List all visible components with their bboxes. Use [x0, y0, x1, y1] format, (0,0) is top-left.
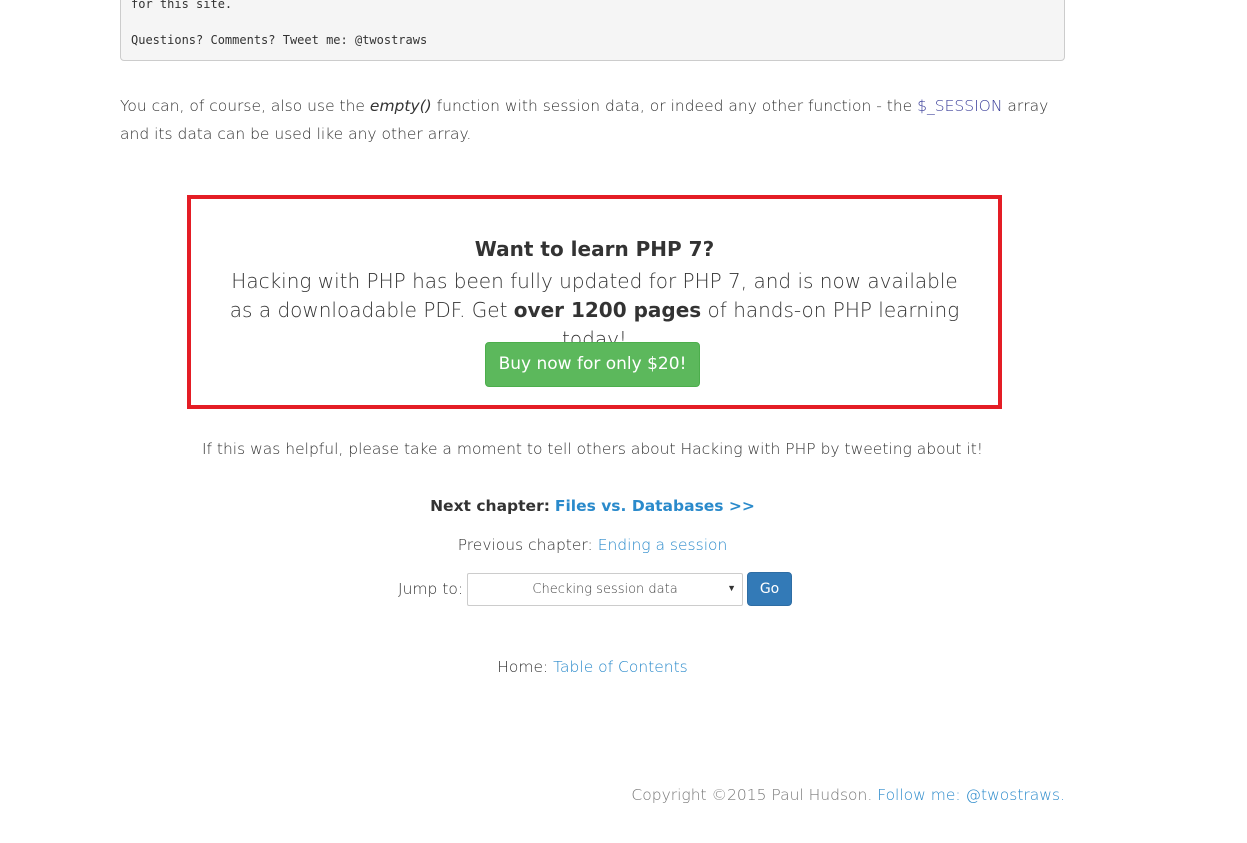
- function-name: empty(): [369, 97, 432, 115]
- promo-highlight: over 1200 pages: [513, 298, 702, 322]
- share-prompt: If this was helpful, please take a momen…: [201, 440, 984, 458]
- chapter-select-value: Checking session data: [532, 581, 678, 597]
- buy-now-button[interactable]: Buy now for only $20!: [485, 342, 700, 387]
- chapter-select[interactable]: Checking session data ▼: [467, 572, 744, 606]
- home-link-row: Home: Table of Contents: [0, 658, 1185, 676]
- promo-body: Hacking with PHP has been fully updated …: [221, 267, 968, 354]
- previous-chapter-label: Previous chapter:: [457, 536, 593, 554]
- promo-title: Want to learn PHP 7?: [474, 237, 715, 261]
- footer: Copyright ©2015 Paul Hudson. Follow me: …: [631, 786, 1065, 804]
- home-label: Home:: [497, 658, 549, 676]
- follow-me-link[interactable]: Follow me: @twostraws.: [877, 786, 1065, 804]
- promo-box: Want to learn PHP 7? Hacking with PHP ha…: [187, 195, 1002, 409]
- session-variable: $_SESSION: [917, 97, 1003, 115]
- code-block: for this site. Questions? Comments? Twee…: [120, 0, 1065, 61]
- dropdown-arrow-icon: ▼: [727, 583, 737, 594]
- next-chapter: Next chapter: Files vs. Databases >>: [0, 497, 1185, 515]
- footer-period: .: [1060, 786, 1065, 804]
- code-line: Questions? Comments? Tweet me: @twostraw…: [131, 33, 428, 47]
- follow-me-label: Follow me:: [877, 786, 961, 804]
- paragraph-text: You can, of course, also use the: [120, 97, 370, 115]
- next-chapter-label: Next chapter:: [430, 497, 550, 515]
- twitter-handle: @twostraws: [965, 786, 1061, 804]
- paragraph-text: function with session data, or indeed an…: [431, 97, 918, 115]
- table-of-contents-link[interactable]: Table of Contents: [553, 658, 688, 676]
- jump-to-form: Jump to: Checking session data ▼ Go: [398, 572, 793, 606]
- go-button[interactable]: Go: [747, 572, 793, 606]
- next-chapter-link[interactable]: Files vs. Databases >>: [555, 497, 755, 515]
- code-line: for this site.: [131, 0, 233, 11]
- copyright-text: Copyright ©2015 Paul Hudson.: [631, 786, 873, 804]
- jump-to-label: Jump to:: [398, 580, 464, 598]
- body-paragraph: You can, of course, also use the empty()…: [120, 92, 1070, 148]
- previous-chapter-link[interactable]: Ending a session: [598, 536, 728, 554]
- previous-chapter: Previous chapter: Ending a session: [0, 536, 1185, 554]
